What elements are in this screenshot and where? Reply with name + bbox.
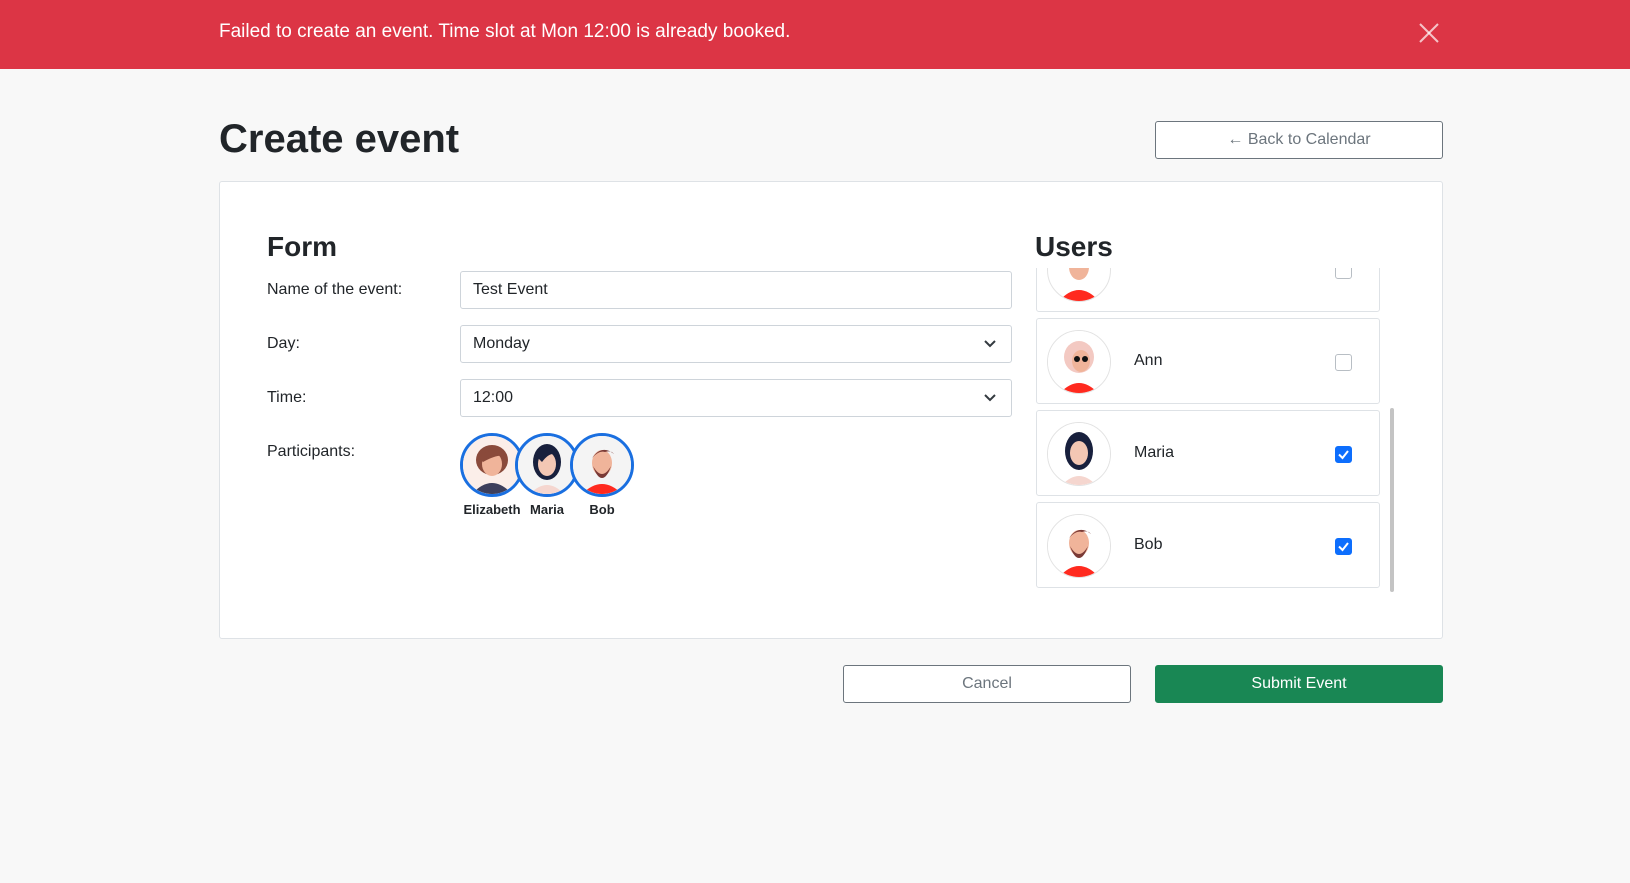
name-label: Name of the event: <box>267 281 403 298</box>
user-checkbox[interactable] <box>1335 268 1352 279</box>
error-alert: Failed to create an event. Time slot at … <box>0 0 1630 69</box>
bob-checkbox[interactable] <box>1335 538 1352 555</box>
maria-avatar-icon <box>1048 423 1110 485</box>
cancel-button[interactable]: Cancel <box>843 665 1131 703</box>
checkmark-icon <box>1338 542 1349 552</box>
ann-avatar <box>1047 330 1111 394</box>
event-name-input[interactable]: Test Event <box>460 271 1012 309</box>
ann-checkbox[interactable] <box>1335 354 1352 371</box>
participant-bob[interactable]: Bob <box>570 433 634 517</box>
time-select-value: 12:00 <box>473 389 514 406</box>
user-name: Bob <box>1134 536 1163 553</box>
bob-avatar-icon <box>573 436 631 494</box>
chevron-down-icon <box>984 394 996 402</box>
users-title: Users <box>1035 231 1113 262</box>
event-name-value: Test Event <box>473 281 548 298</box>
bob-avatar-icon <box>1048 515 1110 577</box>
user-card[interactable] <box>1036 268 1380 312</box>
user-card-bob[interactable]: Bob <box>1036 502 1380 588</box>
back-to-calendar-button[interactable]: ← Back to Calendar <box>1155 121 1443 159</box>
time-select[interactable]: 12:00 <box>460 379 1012 417</box>
user-name: Maria <box>1134 444 1175 461</box>
maria-avatar <box>1047 422 1111 486</box>
bob-avatar <box>1047 514 1111 578</box>
users-scrollbar[interactable] <box>1390 408 1394 592</box>
user-card-maria[interactable]: Maria <box>1036 410 1380 496</box>
checkmark-icon <box>1338 450 1349 460</box>
day-select[interactable]: Monday <box>460 325 1012 363</box>
maria-avatar-icon <box>518 436 576 494</box>
alert-message: Failed to create an event. Time slot at … <box>219 21 791 42</box>
participant-name: Bob <box>589 502 615 517</box>
user-card-ann[interactable]: Ann <box>1036 318 1380 404</box>
close-icon[interactable] <box>1416 20 1442 46</box>
elizabeth-avatar-icon <box>463 436 521 494</box>
users-list[interactable]: Ann Maria Bob <box>1036 268 1396 592</box>
time-label: Time: <box>267 389 307 406</box>
day-label: Day: <box>267 335 300 352</box>
user-avatar-icon <box>1059 268 1099 301</box>
form-title: Form <box>267 231 337 262</box>
ann-avatar-icon <box>1048 331 1110 393</box>
chevron-down-icon <box>984 340 996 348</box>
user-name: Ann <box>1134 352 1163 369</box>
participants-label: Participants: <box>267 443 356 460</box>
day-select-value: Monday <box>473 335 530 352</box>
page-title: Create event <box>219 117 460 161</box>
submit-event-button[interactable]: Submit Event <box>1155 665 1443 703</box>
user-avatar <box>1047 268 1111 302</box>
maria-checkbox[interactable] <box>1335 446 1352 463</box>
